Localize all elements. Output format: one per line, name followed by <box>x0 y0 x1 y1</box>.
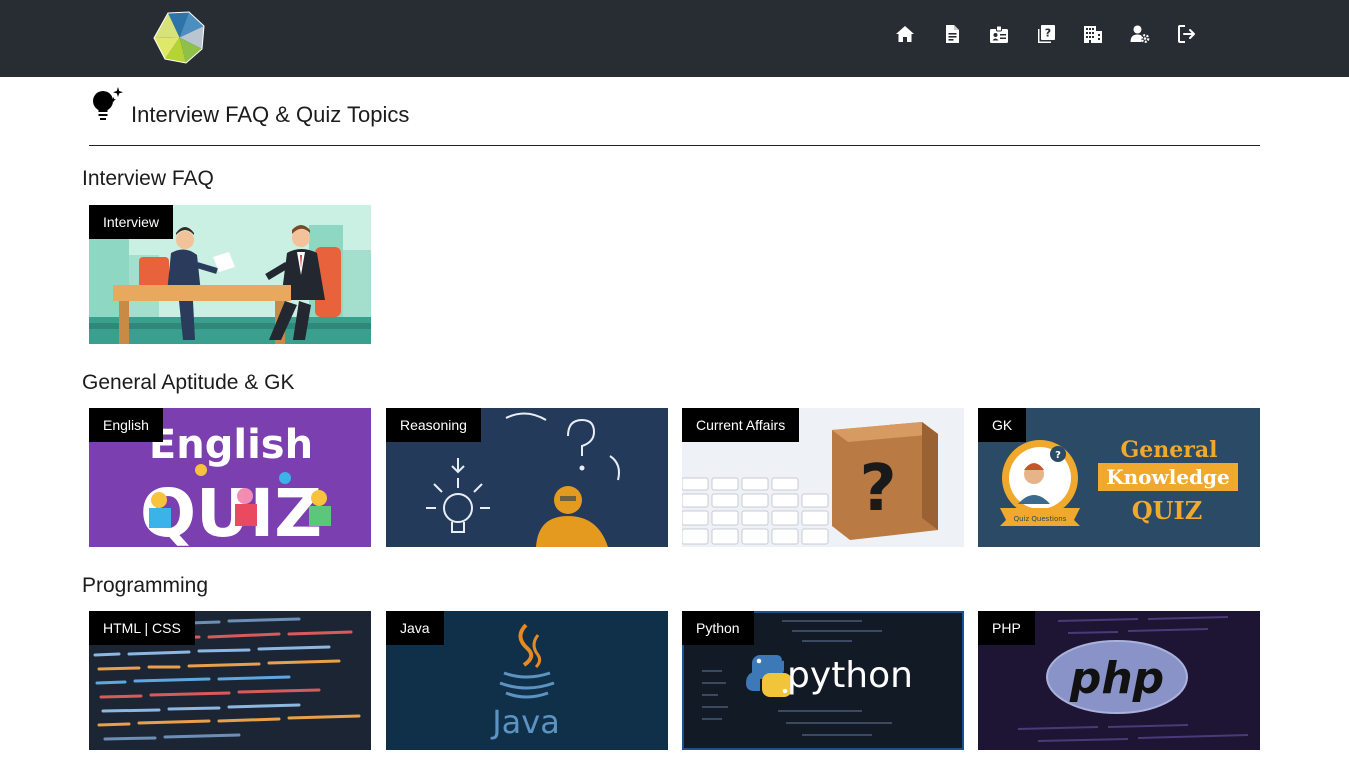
building-icon <box>1084 26 1102 43</box>
topic-card-java[interactable]: Java Java <box>386 611 668 750</box>
java-art-text: Java <box>490 703 560 741</box>
quiz-nav-button[interactable]: ? <box>1036 22 1056 46</box>
topic-card-english[interactable]: English QUIZ English <box>89 408 371 547</box>
topic-tag: Interview <box>89 205 174 239</box>
id-card-icon <box>990 25 1008 43</box>
topic-tag: Python <box>682 611 754 645</box>
section-title-interview-faq: Interview FAQ <box>82 167 214 190</box>
section-title-programming: Programming <box>82 574 209 597</box>
topic-card-html-css[interactable]: HTML | CSS <box>89 611 371 750</box>
php-art-text: php <box>1069 653 1164 704</box>
topic-tag: Java <box>386 611 444 645</box>
topic-tag: PHP <box>978 611 1035 645</box>
user-gear-icon <box>1130 25 1150 43</box>
gk-art-line-1: General <box>1121 437 1218 463</box>
english-art-title: English <box>149 422 313 468</box>
python-art-text: python <box>787 655 913 696</box>
current-affairs-art-symbol: ? <box>859 452 896 526</box>
gk-art-line-3: QUIZ <box>1132 496 1203 525</box>
section-title-general-aptitude-gk: General Aptitude & GK <box>82 371 295 394</box>
logout-icon <box>1178 25 1195 43</box>
page-header: Interview FAQ & Quiz Topics <box>89 86 1260 146</box>
topic-tag: Reasoning <box>386 408 481 442</box>
id-card-nav-button[interactable] <box>989 22 1009 46</box>
gk-art-badge: Quiz Questions <box>1014 515 1067 523</box>
documents-nav-button[interactable] <box>942 22 962 46</box>
gk-art-line-2: Knowledge <box>1106 465 1230 489</box>
topic-card-interview[interactable]: Interview <box>89 205 371 344</box>
lightbulb-sparkle-icon <box>93 87 123 120</box>
question-book-icon: ? <box>1038 25 1055 43</box>
topic-card-current-affairs[interactable]: ? Current Affairs <box>682 408 964 547</box>
topic-tag: GK <box>978 408 1027 442</box>
home-nav-button[interactable] <box>895 22 915 46</box>
svg-text:?: ? <box>1055 450 1061 461</box>
topic-card-php[interactable]: php PHP <box>978 611 1260 750</box>
company-nav-button[interactable] <box>1083 22 1103 46</box>
page-title: Interview FAQ & Quiz Topics <box>131 102 410 127</box>
logout-nav-button[interactable] <box>1177 22 1197 46</box>
hexagon-logo[interactable] <box>153 11 206 64</box>
topic-tag: HTML | CSS <box>89 611 195 645</box>
header-nav: ? <box>895 22 1197 46</box>
topic-card-reasoning[interactable]: Reasoning <box>386 408 668 547</box>
svg-text:?: ? <box>1045 27 1051 40</box>
topic-tag: English <box>89 408 163 442</box>
top-navigation-bar: ? <box>0 0 1349 77</box>
home-icon <box>896 26 914 42</box>
topic-card-gk[interactable]: ? Quiz Questions General Knowledge QUIZ … <box>978 408 1260 547</box>
topic-card-python[interactable]: python Python <box>682 611 964 750</box>
topic-tag: Current Affairs <box>682 408 800 442</box>
document-icon <box>946 25 959 43</box>
user-settings-nav-button[interactable] <box>1130 22 1150 46</box>
